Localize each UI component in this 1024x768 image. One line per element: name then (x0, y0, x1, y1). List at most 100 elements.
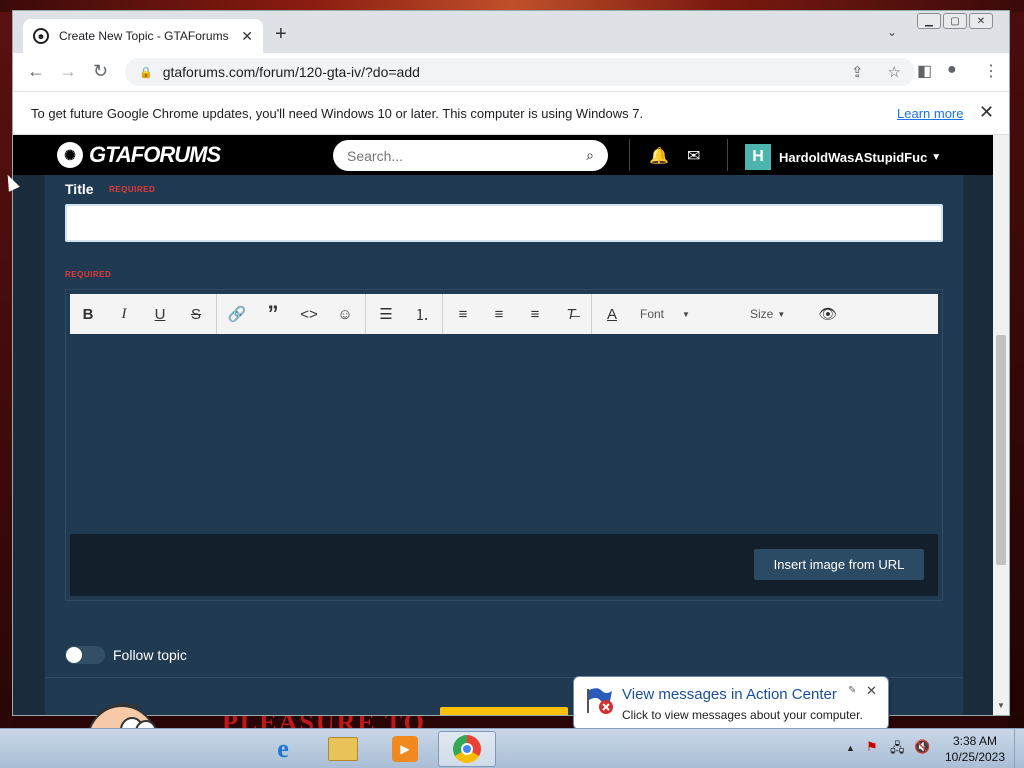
link-icon[interactable]: 🔗 (219, 294, 255, 334)
title-input[interactable] (65, 204, 943, 242)
search-input[interactable] (347, 147, 587, 164)
taskbar-chrome[interactable] (438, 731, 496, 767)
title-label: Title (65, 181, 94, 197)
action-center-tray-icon[interactable]: ⚑ (866, 739, 878, 755)
maximize-icon[interactable]: ▢ (943, 13, 967, 29)
volume-muted-icon[interactable]: 🔇 (914, 739, 930, 755)
close-window-icon[interactable]: ✕ (969, 13, 993, 29)
pin-icon[interactable]: ✎ (848, 685, 856, 696)
back-arrow-icon[interactable]: ← (27, 61, 45, 82)
notifications-bell-icon[interactable]: 🔔 (649, 146, 669, 166)
menu-kebab-icon[interactable]: ⋮ (983, 61, 999, 81)
taskbar-file-explorer[interactable] (314, 731, 372, 767)
toolbar-separator (216, 294, 217, 334)
browser-toolbar: ← → ↻ 🔒 gtaforums.com/forum/120-gta-iv/?… (13, 53, 1009, 91)
forward-arrow-icon[interactable]: → (59, 61, 77, 82)
address-bar[interactable]: 🔒 gtaforums.com/forum/120-gta-iv/?do=add… (125, 58, 915, 86)
site-header: ✺ GTAFORUMS ⌕ 🔔 ✉ H HardoldWasAStupidFuc… (13, 135, 993, 175)
chrome-window: ☻ Create New Topic - GTAForums ✕ + ⌄ ▁ ▢… (12, 10, 1010, 716)
site-logo[interactable]: ✺ GTAFORUMS (57, 142, 221, 168)
align-left-icon[interactable]: ≡ (445, 294, 481, 334)
align-center-icon[interactable]: ≡ (481, 294, 517, 334)
action-center-notification[interactable]: View messages in Action Center Click to … (573, 676, 889, 743)
minimize-icon[interactable]: ▁ (917, 13, 941, 29)
gtaforums-favicon-icon: ☻ (33, 28, 49, 44)
taskbar-media-player[interactable]: ▶ (376, 731, 434, 767)
toggle-knob (66, 647, 82, 663)
bookmark-star-icon[interactable]: ☆ (888, 63, 901, 81)
follow-topic-toggle[interactable] (65, 646, 105, 664)
scrollbar-thumb[interactable] (996, 335, 1006, 565)
notification-subtitle: Click to view messages about your comput… (622, 708, 863, 722)
tab-close-icon[interactable]: ✕ (241, 28, 253, 45)
desktop-wallpaper-left (0, 12, 12, 728)
bold-button[interactable]: B (70, 294, 106, 334)
chrome-icon (453, 735, 481, 763)
profile-icon[interactable]: ● (947, 61, 957, 79)
lock-icon[interactable]: 🔒 (139, 66, 153, 79)
tab-strip: ☻ Create New Topic - GTAForums ✕ + ⌄ ▁ ▢… (13, 11, 1009, 53)
notification-close-icon[interactable]: ✕ (866, 683, 877, 699)
page-viewport: ✺ GTAFORUMS ⌕ 🔔 ✉ H HardoldWasAStupidFuc… (13, 135, 1009, 715)
toolbar-separator (591, 294, 592, 334)
emoji-icon[interactable]: ☺ (327, 294, 363, 334)
numbered-list-icon[interactable]: ⒈ (404, 294, 440, 334)
tab-search-chevron-icon[interactable]: ⌄ (887, 25, 897, 39)
page-scrollbar[interactable]: ▼ (993, 135, 1009, 715)
windows-taskbar: e ▶ ▲ ⚑ 🖧 🔇 3:38 AM 10/25/2023 (0, 728, 1024, 768)
user-menu-button[interactable]: H HardoldWasAStupidFuc ▼ (745, 144, 941, 170)
new-tab-plus-icon[interactable]: + (275, 24, 287, 44)
toolbar-separator (442, 294, 443, 334)
infobar-close-icon[interactable]: ✕ (979, 102, 994, 123)
toolbar-separator (365, 294, 366, 334)
learn-more-link[interactable]: Learn more (897, 106, 963, 121)
header-divider (629, 139, 630, 171)
font-dropdown[interactable]: Font ▼ (630, 307, 740, 321)
url-text: gtaforums.com/forum/120-gta-iv/?do=add (162, 64, 420, 80)
align-right-icon[interactable]: ≡ (517, 294, 553, 334)
italic-button[interactable]: I (106, 294, 142, 334)
bullet-list-icon[interactable]: ☰ (368, 294, 404, 334)
scroll-down-arrow-icon[interactable]: ▼ (997, 701, 1005, 710)
editor-attachments-footer: Insert image from URL (70, 534, 938, 596)
desktop-wallpaper-right (1008, 12, 1024, 728)
reload-icon[interactable]: ↻ (93, 61, 108, 82)
show-desktop-button[interactable] (1014, 729, 1024, 768)
size-caret-icon: ▼ (777, 309, 786, 319)
network-icon[interactable]: 🖧 (890, 739, 905, 761)
update-infobar: To get future Google Chrome updates, you… (13, 91, 1009, 135)
title-required-badge: REQUIRED (109, 185, 156, 194)
window-controls: ▁ ▢ ✕ (917, 13, 993, 29)
submit-topic-button[interactable] (440, 707, 568, 715)
underline-button[interactable]: U (142, 294, 178, 334)
taskbar-clock[interactable]: 3:38 AM 10/25/2023 (940, 733, 1010, 765)
taskbar-internet-explorer[interactable]: e (254, 731, 312, 767)
quote-icon[interactable]: ” (255, 294, 291, 334)
follow-topic-label: Follow topic (113, 647, 187, 663)
action-center-flag-icon (587, 688, 613, 714)
size-dropdown-label: Size (750, 307, 774, 321)
caret-down-icon: ▼ (931, 151, 942, 163)
show-hidden-icons-icon[interactable]: ▲ (846, 743, 855, 753)
remove-format-icon[interactable]: T̶ (553, 294, 589, 334)
search-icon[interactable]: ⌕ (586, 147, 594, 164)
code-icon[interactable]: <> (291, 294, 327, 334)
size-dropdown[interactable]: Size ▼ (740, 307, 810, 321)
strikethrough-button[interactable]: S (178, 294, 214, 334)
clock-time: 3:38 AM (952, 734, 998, 748)
logo-text: GTAFORUMS (89, 142, 221, 167)
share-icon[interactable]: ⇪ (851, 63, 864, 81)
editor-content-area[interactable] (70, 334, 938, 534)
messages-envelope-icon[interactable]: ✉ (687, 146, 700, 166)
insert-image-url-button[interactable]: Insert image from URL (754, 549, 924, 580)
font-dropdown-label: Font (640, 307, 665, 321)
tab-create-new-topic[interactable]: ☻ Create New Topic - GTAForums ✕ (23, 19, 263, 53)
media-player-icon: ▶ (392, 736, 418, 762)
side-panel-icon[interactable]: ◧ (917, 61, 932, 81)
avatar: H (745, 144, 771, 170)
preview-eye-icon[interactable]: 👁 (810, 294, 846, 334)
header-divider (727, 139, 728, 171)
folder-icon (328, 737, 358, 761)
rich-text-editor: B I U S 🔗 ” <> ☺ ☰ ⒈ ≡ ≡ ≡ T̶ A Font ▼ S… (65, 289, 943, 601)
text-color-icon[interactable]: A (594, 294, 630, 334)
